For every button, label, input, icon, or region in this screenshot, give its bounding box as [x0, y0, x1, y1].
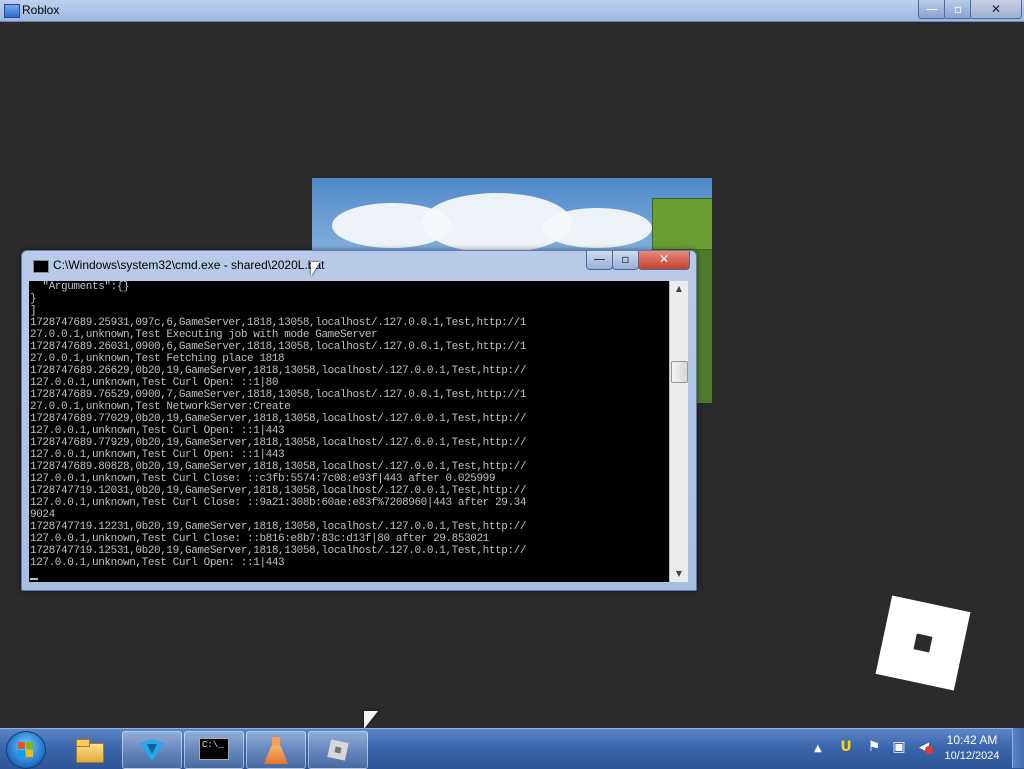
cmd-console-output[interactable]: "Arguments":{} } ] 1728747689.25931,097c…	[29, 281, 669, 582]
roblox-logo	[875, 595, 971, 691]
network-icon[interactable]: ▣	[891, 739, 907, 755]
cmd-window[interactable]: C:\Windows\system32\cmd.exe - shared\202…	[21, 250, 697, 591]
cmd-minimize-button[interactable]: —	[586, 251, 613, 270]
cmd-window-title: C:\Windows\system32\cmd.exe - shared\202…	[53, 258, 325, 272]
command-prompt-icon: C:\_	[199, 736, 229, 764]
roblox-icon	[323, 736, 353, 764]
code-editor-icon	[137, 736, 167, 764]
roblox-window-title: Roblox	[22, 3, 60, 17]
roblox-close-button[interactable]: ✕	[970, 0, 1022, 19]
taskbar-roblox-button[interactable]	[308, 731, 368, 769]
mouse-pointer-icon	[311, 262, 320, 276]
console-log-text: "Arguments":{} } ] 1728747689.25931,097c…	[30, 281, 527, 569]
volume-muted-icon[interactable]: ◀	[916, 739, 933, 755]
windows-logo-icon	[18, 742, 34, 758]
cmd-maximize-button[interactable]: ▫	[612, 251, 639, 270]
folder-icon	[74, 735, 104, 763]
mouse-pointer-icon	[364, 711, 378, 729]
roblox-maximize-button[interactable]: ▫	[944, 0, 972, 19]
cmd-scrollbar[interactable]: ▲ ▼	[669, 281, 688, 582]
show-desktop-button[interactable]	[1012, 728, 1024, 768]
scroll-up-arrow-icon[interactable]: ▲	[670, 281, 688, 297]
system-clock[interactable]: 10:42 AM 10/12/2024	[940, 732, 1004, 764]
cmd-close-button[interactable]: ✕	[638, 251, 690, 270]
roblox-app-icon	[4, 4, 20, 18]
start-button[interactable]	[6, 731, 46, 769]
scroll-down-arrow-icon[interactable]: ▼	[670, 566, 688, 582]
show-hidden-icons-arrow-icon[interactable]: ▲	[814, 743, 822, 754]
taskbar-vscode-button[interactable]	[122, 731, 182, 769]
taskbar-flask-button[interactable]	[246, 731, 306, 769]
clock-date: 10/12/2024	[944, 750, 1000, 762]
taskbar-explorer-button[interactable]	[60, 731, 118, 767]
roblox-logo-center	[913, 633, 933, 653]
flag-icon[interactable]: ⚑	[866, 739, 882, 755]
cloud	[542, 208, 652, 248]
flask-icon	[261, 736, 291, 764]
language-icon[interactable]: U	[838, 739, 854, 755]
cmd-window-icon	[33, 260, 49, 273]
clock-time: 10:42 AM	[946, 733, 998, 747]
roblox-title-bar[interactable]: Roblox	[0, 0, 1024, 22]
taskbar-cmd-button[interactable]: C:\_	[184, 731, 244, 769]
console-cursor	[30, 578, 38, 580]
roblox-minimize-button[interactable]: —	[918, 0, 946, 19]
scrollbar-thumb[interactable]	[671, 361, 688, 383]
terrain-block	[652, 198, 712, 250]
cmd-glyph-text: C:\_	[199, 738, 229, 760]
